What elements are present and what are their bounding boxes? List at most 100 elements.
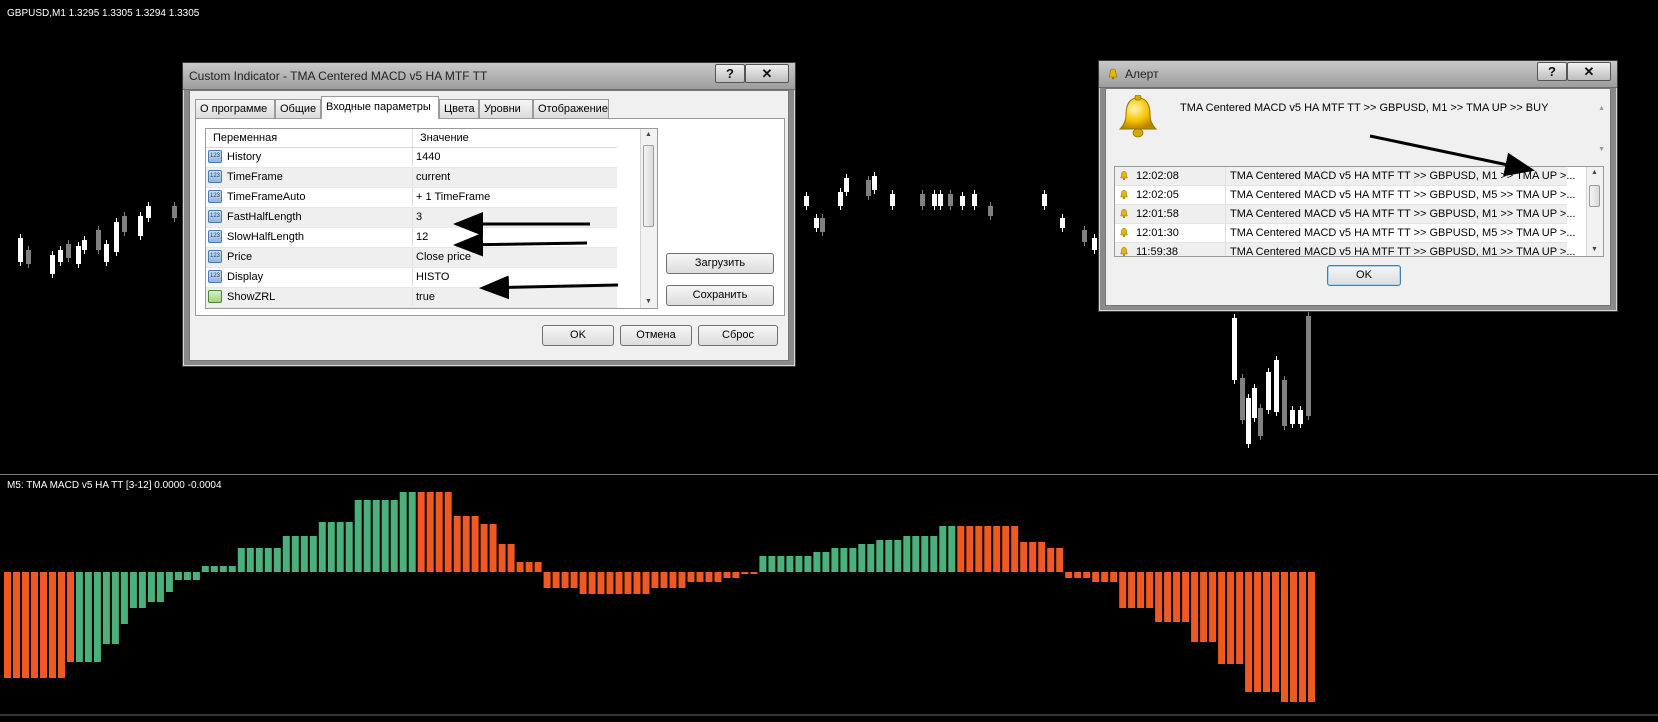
parameters-grid[interactable]: Переменная Значение 123 History 1440 123 Tim… (205, 128, 658, 309)
histogram-bar (1263, 572, 1270, 692)
histogram-bar (381, 500, 389, 572)
column-header-value: Значение (420, 132, 469, 144)
histogram-bar (786, 556, 794, 572)
custom-indicator-dialog: Custom Indicator - TMA Centered MACD v5 … (182, 62, 796, 367)
bell-icon (1120, 190, 1128, 199)
reset-button[interactable]: Сброс (698, 325, 778, 346)
parameter-name: Price (227, 251, 253, 263)
histogram-bar (1029, 542, 1037, 572)
histogram-bar (354, 500, 362, 572)
histogram-bar (363, 500, 371, 572)
histogram-bar (93, 572, 101, 662)
parameter-row[interactable]: 123 Price Close price (206, 248, 617, 268)
alert-row[interactable]: 12:01:30 TMA Centered MACD v5 HA MTF TT >… (1115, 224, 1576, 243)
histogram-bar (246, 548, 254, 572)
histogram-bar (327, 522, 335, 572)
alert-row[interactable]: 11:59:38 TMA Centered MACD v5 HA MTF TT >… (1115, 243, 1576, 257)
parameter-row[interactable]: 123 TimeFrameAuto + 1 TimeFrame (206, 188, 617, 208)
histogram-bar (1218, 572, 1226, 664)
histogram-bar (147, 572, 155, 602)
histogram-bar (453, 516, 461, 572)
number-icon: 123 (208, 250, 222, 263)
parameter-row[interactable]: ShowZRL true (206, 288, 617, 308)
histogram-bar (615, 572, 623, 594)
parameter-row[interactable]: 123 TimeFrame current (206, 168, 617, 188)
cancel-button[interactable]: Отмена (620, 325, 692, 346)
histogram-bar (552, 572, 560, 588)
alert-scrollbar-thumb[interactable] (1589, 185, 1600, 207)
load-button[interactable]: Загрузить (666, 253, 774, 274)
boolean-icon (208, 290, 222, 303)
parameter-row[interactable]: 123 History 1440 (206, 148, 617, 168)
histogram-bar (588, 572, 596, 594)
message-scroll-up-icon[interactable]: ▲ (1598, 105, 1605, 112)
save-button[interactable]: Сохранить (666, 285, 774, 306)
alert-client-area: TMA Centered MACD v5 HA MTF TT >> GBPUSD… (1105, 88, 1611, 306)
histogram-bar (1101, 572, 1109, 582)
alert-list-scrollbar[interactable]: ▲ ▼ (1586, 167, 1603, 256)
tab-page: Переменная Значение 123 History 1440 123 Tim… (195, 118, 785, 316)
alert-row[interactable]: 12:01:58 TMA Centered MACD v5 HA MTF TT >… (1115, 205, 1576, 224)
histogram-bar (723, 572, 731, 578)
histogram-bar (174, 572, 182, 580)
tab-1[interactable]: Общие (275, 99, 321, 118)
message-scroll-down-icon[interactable]: ▼ (1598, 146, 1605, 153)
histogram-bar (1047, 548, 1055, 572)
parameter-value[interactable]: 3 (416, 211, 422, 223)
alert-row[interactable]: 12:02:05 TMA Centered MACD v5 HA MTF TT >… (1115, 186, 1576, 205)
parameter-value[interactable]: true (416, 291, 435, 303)
scrollbar-thumb[interactable] (643, 145, 654, 227)
parameter-value[interactable]: 12 (416, 231, 428, 243)
parameter-value[interactable]: current (416, 171, 450, 183)
tab-4[interactable]: Уровни (479, 99, 533, 118)
histogram-bar (480, 524, 488, 572)
histogram-bar (1074, 572, 1082, 578)
scroll-up-icon[interactable]: ▲ (645, 131, 652, 138)
alert-close-button[interactable]: ✕ (1567, 62, 1611, 81)
indicator-chart-pane[interactable]: M5: TMA MACD v5 HA TT [3-12] 0.0000 -0.0… (0, 476, 1658, 716)
histogram-bar (1272, 572, 1279, 692)
histogram-bar (687, 572, 695, 582)
tab-3[interactable]: Цвета (439, 99, 479, 118)
tab-2[interactable]: Входные параметры (321, 96, 439, 119)
dialog-title-bar[interactable]: Custom Indicator - TMA Centered MACD v5 … (183, 63, 795, 90)
grid-scrollbar[interactable]: ▲ ▼ (640, 129, 657, 308)
parameter-value[interactable]: Close price (416, 251, 471, 263)
parameter-value[interactable]: + 1 TimeFrame (416, 191, 490, 203)
number-icon: 123 (208, 190, 222, 203)
alert-scroll-up-icon[interactable]: ▲ (1591, 169, 1598, 176)
histogram-bar (255, 548, 263, 572)
alert-scroll-down-icon[interactable]: ▼ (1591, 246, 1598, 253)
alert-time: 11:59:38 (1136, 246, 1179, 257)
alert-text: TMA Centered MACD v5 HA MTF TT >> GBPUSD… (1230, 189, 1576, 201)
histogram-bar (1056, 548, 1064, 572)
histogram-bar (282, 536, 290, 572)
parameter-value[interactable]: HISTO (416, 271, 449, 283)
histogram-bar (426, 492, 434, 572)
close-button[interactable]: ✕ (745, 64, 789, 83)
parameter-row[interactable]: 123 SlowHalfLength 12 (206, 228, 617, 248)
alert-history-list[interactable]: 12:02:08 TMA Centered MACD v5 HA MTF TT >… (1114, 166, 1604, 257)
tab-5[interactable]: Отображение (533, 99, 609, 118)
alert-row[interactable]: 12:02:08 TMA Centered MACD v5 HA MTF TT >… (1115, 167, 1576, 186)
number-icon: 123 (208, 150, 222, 163)
histogram-bar (1164, 572, 1172, 622)
parameter-row[interactable]: 123 FastHalfLength 3 (206, 208, 617, 228)
histogram-bar (1083, 572, 1091, 578)
ok-button[interactable]: OK (542, 325, 614, 346)
histogram-bar (444, 492, 452, 572)
help-button[interactable]: ? (715, 64, 745, 83)
large-bell-icon (1118, 95, 1158, 138)
alert-title-bar[interactable]: Алерт ? ✕ (1099, 61, 1617, 88)
parameter-value[interactable]: 1440 (416, 151, 440, 163)
histogram-bar (1191, 572, 1199, 642)
histogram-bar (111, 572, 119, 644)
histogram-bar (1281, 572, 1288, 702)
alert-help-button[interactable]: ? (1537, 62, 1567, 81)
parameter-row[interactable]: 123 Display HISTO (206, 268, 617, 288)
alert-text: TMA Centered MACD v5 HA MTF TT >> GBPUSD… (1230, 246, 1576, 257)
tab-0[interactable]: О программе (195, 99, 275, 118)
histogram-bar (462, 516, 470, 572)
alert-ok-button[interactable]: OK (1327, 265, 1401, 286)
scroll-down-icon[interactable]: ▼ (645, 298, 652, 305)
